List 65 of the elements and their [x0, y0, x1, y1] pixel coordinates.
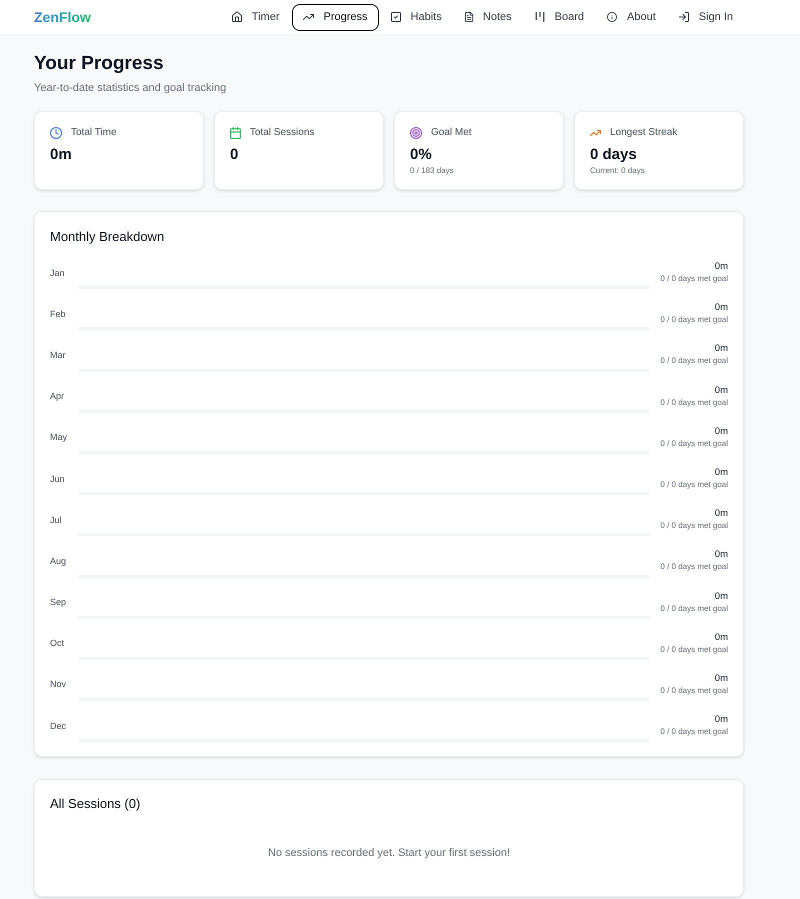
empty-message: No sessions recorded yet. Start your first session! [266, 846, 512, 860]
stat-label: Total Sessions [250, 127, 314, 139]
month-goal: 0 / 0 days met goal [660, 314, 728, 326]
stat-label: Goal Met [431, 127, 472, 139]
month-total: 0m [714, 426, 728, 438]
month-total: 0m [714, 590, 728, 603]
stat-note: 0 / 183 days [410, 166, 455, 176]
nav-tab[interactable]: Progress [292, 4, 379, 30]
month-label: May [50, 431, 68, 444]
nav-tab[interactable]: About [596, 4, 667, 30]
month-label: Aug [50, 554, 68, 567]
nav-tab[interactable]: Timer [220, 4, 290, 30]
page-title: Your Progress [34, 52, 165, 76]
stat-label: Total Time [71, 127, 117, 139]
month-label: Apr [50, 390, 66, 402]
stat-label: Longest Streak [610, 127, 678, 139]
month-label: Mar [50, 348, 66, 361]
stat-value: 0m [50, 145, 73, 165]
month-goal: 0 / 0 days met goal [660, 438, 728, 449]
checkbox-icon [390, 12, 401, 22]
month-total: 0m [714, 261, 728, 274]
month-total: 0m [714, 302, 728, 314]
stat-value: 0% [410, 145, 433, 165]
month-label: Feb [50, 308, 67, 320]
month-label: Nov [50, 678, 68, 690]
month-total: 0m [714, 467, 728, 480]
card-title: All Sessions (0) [50, 795, 142, 814]
home-icon [232, 12, 242, 22]
month-goal: 0 / 0 days met goal [660, 396, 728, 408]
month-label: Jun [50, 472, 66, 485]
month-total: 0m [714, 508, 728, 520]
stat-note: Current: 0 days [590, 166, 646, 176]
month-total: 0m [714, 384, 728, 397]
month-label: Jan [50, 266, 66, 279]
nav-tab[interactable]: Notes [454, 4, 523, 30]
month-goal: 0 / 0 days met goal [660, 479, 728, 490]
nav-tab[interactable]: Habits [380, 4, 453, 30]
month-label: Oct [50, 637, 66, 650]
kanban-icon [534, 12, 545, 22]
stat-value: 0 days [590, 145, 638, 165]
info-icon [607, 12, 617, 22]
month-total: 0m [714, 672, 728, 685]
month-goal: 0 / 0 days met goal [660, 726, 728, 738]
month-label: Sep [50, 596, 68, 608]
month-total: 0m [714, 343, 728, 356]
month-goal: 0 / 0 days met goal [660, 273, 728, 284]
month-label: Dec [50, 720, 68, 732]
month-goal: 0 / 0 days met goal [660, 355, 728, 366]
month-goal: 0 / 0 days met goal [660, 684, 728, 696]
month-total: 0m [714, 714, 728, 726]
stat-value: 0 [230, 145, 240, 165]
page-subtitle: Year-to-date statistics and goal tracking [34, 81, 228, 95]
sign-in-icon [678, 12, 689, 22]
month-total: 0m [714, 632, 728, 644]
trend-up-icon [302, 14, 314, 20]
card-title: Monthly Breakdown [50, 228, 166, 246]
nav-tab[interactable]: Board [524, 4, 595, 30]
document-icon [464, 12, 473, 22]
month-goal: 0 / 0 days met goal [660, 520, 728, 532]
month-total: 0m [714, 549, 728, 562]
month-goal: 0 / 0 days met goal [660, 561, 728, 572]
month-goal: 0 / 0 days met goal [660, 644, 728, 655]
month-goal: 0 / 0 days met goal [660, 602, 728, 614]
nav-tab[interactable]: Sign In [668, 4, 744, 30]
month-label: Jul [50, 514, 63, 526]
